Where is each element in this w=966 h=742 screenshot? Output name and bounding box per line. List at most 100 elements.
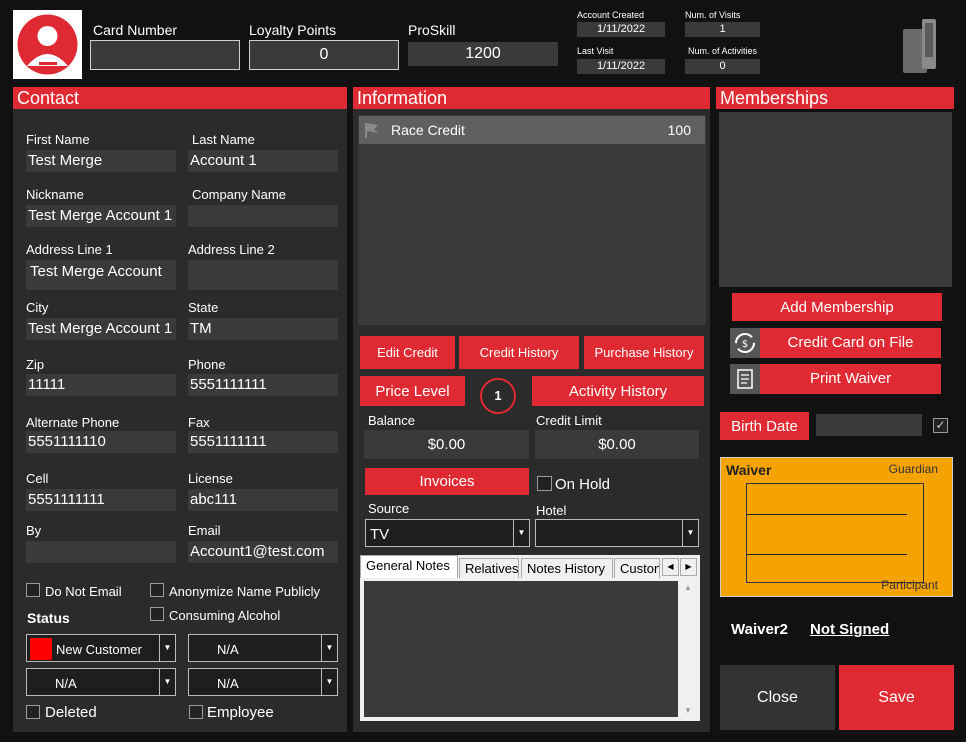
document-icon [730, 364, 760, 394]
fax-field[interactable]: 5551111111 [188, 431, 338, 453]
hotel-label: Hotel [536, 503, 567, 518]
by-label: By [26, 523, 42, 538]
hotel-select[interactable]: ▼ [535, 519, 699, 547]
anonymize-checkbox[interactable] [150, 583, 164, 597]
price-level-button[interactable]: Price Level [360, 376, 465, 406]
avatar[interactable] [13, 10, 82, 79]
do-not-email-label: Do Not Email [45, 584, 122, 599]
address1-field[interactable]: Test Merge Account [26, 260, 176, 290]
contact-combo-2[interactable]: N/A ▼ [188, 634, 338, 662]
by-field[interactable] [26, 541, 176, 563]
state-field[interactable]: TM [188, 318, 338, 340]
purchase-history-button[interactable]: Purchase History [584, 336, 704, 369]
city-field[interactable]: Test Merge Account 1 [26, 318, 176, 340]
contact-combo-3-value: N/A [55, 676, 77, 691]
deleted-checkbox[interactable] [26, 705, 40, 719]
waiver-guardian-label: Guardian [888, 462, 938, 476]
phone-field[interactable]: 5551111111 [188, 374, 338, 396]
add-membership-button[interactable]: Add Membership [732, 293, 942, 321]
chevron-down-icon: ▼ [321, 635, 337, 661]
chevron-down-icon: ▼ [321, 669, 337, 695]
credit-card-on-file-button[interactable]: $ Credit Card on File [730, 328, 941, 358]
license-field[interactable]: abc111 [188, 489, 338, 511]
source-select[interactable]: TV ▼ [365, 519, 530, 547]
last-name-field[interactable]: Account 1 [188, 150, 338, 172]
address2-field[interactable] [188, 260, 338, 290]
zip-label: Zip [26, 357, 45, 372]
print-waiver-button[interactable]: Print Waiver [730, 364, 941, 394]
close-button[interactable]: Close [720, 665, 835, 730]
company-name-label: Company Name [192, 187, 286, 202]
tab-scroll-left[interactable]: ◀ [662, 558, 679, 576]
waiver-box[interactable]: Waiver Guardian Participant [720, 457, 953, 597]
proskill-field: 1200 [408, 42, 558, 66]
employee-checkbox[interactable] [189, 705, 203, 719]
invoices-button[interactable]: Invoices [365, 468, 529, 495]
credit-history-button[interactable]: Credit History [459, 336, 579, 369]
balance-value: $0.00 [364, 430, 529, 459]
nickname-label: Nickname [26, 187, 84, 202]
consuming-alcohol-label: Consuming Alcohol [169, 608, 281, 623]
zip-field[interactable]: 11111 [26, 374, 176, 396]
fax-label: Fax [188, 415, 210, 430]
credit-name: Race Credit [391, 122, 465, 138]
num-activities-value: 0 [685, 59, 760, 74]
notes-scrollbar[interactable]: ▲ ▼ [682, 581, 696, 717]
waiver2-status-link[interactable]: Not Signed [810, 621, 889, 638]
tab-custom[interactable]: Custon [614, 558, 660, 579]
svg-text:$: $ [742, 339, 748, 350]
consuming-alcohol-checkbox[interactable] [150, 607, 164, 621]
tab-relatives[interactable]: Relatives [459, 558, 519, 579]
tab-scroll-right[interactable]: ▶ [680, 558, 697, 576]
general-notes-area[interactable]: ▲ ▼ [360, 578, 700, 721]
contact-combo-2-value: N/A [217, 642, 239, 657]
status-select[interactable]: New Customer ▼ [26, 634, 176, 662]
account-created-label: Account Created [577, 10, 645, 20]
refresh-card-icon: $ [730, 328, 760, 358]
card-number-field[interactable] [90, 40, 240, 70]
company-name-field[interactable] [188, 205, 338, 227]
activity-history-button[interactable]: Activity History [532, 376, 704, 406]
first-name-label: First Name [26, 132, 90, 147]
last-visit-label: Last Visit [577, 46, 614, 56]
scroll-up-icon[interactable]: ▲ [684, 583, 692, 592]
birth-date-field[interactable] [816, 414, 922, 436]
num-visits-label: Num. of Visits [685, 10, 741, 20]
cell-field[interactable]: 5551111111 [26, 489, 176, 511]
chevron-down-icon: ▼ [682, 520, 698, 546]
first-name-field[interactable]: Test Merge [26, 150, 176, 172]
on-hold-checkbox[interactable] [537, 476, 552, 491]
notes-textarea[interactable] [364, 581, 678, 717]
tab-notes-history[interactable]: Notes History [521, 558, 613, 579]
nickname-field[interactable]: Test Merge Account 1 [26, 205, 176, 227]
birth-date-button[interactable]: Birth Date [720, 412, 809, 440]
tab-general-notes[interactable]: General Notes [360, 555, 458, 579]
notes-tab-strip: General Notes Relatives Notes History Cu… [360, 555, 700, 579]
card-reader-icon[interactable] [900, 15, 940, 75]
flag-icon [365, 123, 378, 138]
edit-credit-button[interactable]: Edit Credit [360, 336, 455, 369]
loyalty-points-field[interactable]: 0 [249, 40, 399, 70]
save-button[interactable]: Save [839, 665, 954, 730]
card-number-label: Card Number [93, 22, 178, 38]
birth-date-checkbox[interactable]: ✓ [933, 418, 948, 433]
credit-list[interactable] [358, 115, 706, 325]
on-hold-label: On Hold [555, 476, 611, 493]
email-field[interactable]: Account1@test.com [188, 541, 338, 563]
information-header: Information [353, 87, 710, 109]
do-not-email-checkbox[interactable] [26, 583, 40, 597]
credit-list-row[interactable]: Race Credit 100 [359, 116, 705, 144]
address2-label: Address Line 2 [188, 242, 275, 257]
balance-label: Balance [368, 413, 415, 428]
memberships-header: Memberships [716, 87, 954, 109]
contact-combo-3[interactable]: N/A ▼ [26, 668, 176, 696]
waiver2-label: Waiver2 [731, 621, 788, 638]
state-label: State [188, 300, 219, 315]
alternate-phone-field[interactable]: 5551111110 [26, 431, 176, 453]
memberships-list[interactable] [719, 112, 952, 287]
status-label: Status [27, 610, 70, 626]
scroll-down-icon[interactable]: ▼ [684, 706, 692, 715]
contact-combo-4[interactable]: N/A ▼ [188, 668, 338, 696]
num-activities-label: Num. of Activities [688, 46, 758, 56]
avatar-icon [17, 14, 78, 75]
